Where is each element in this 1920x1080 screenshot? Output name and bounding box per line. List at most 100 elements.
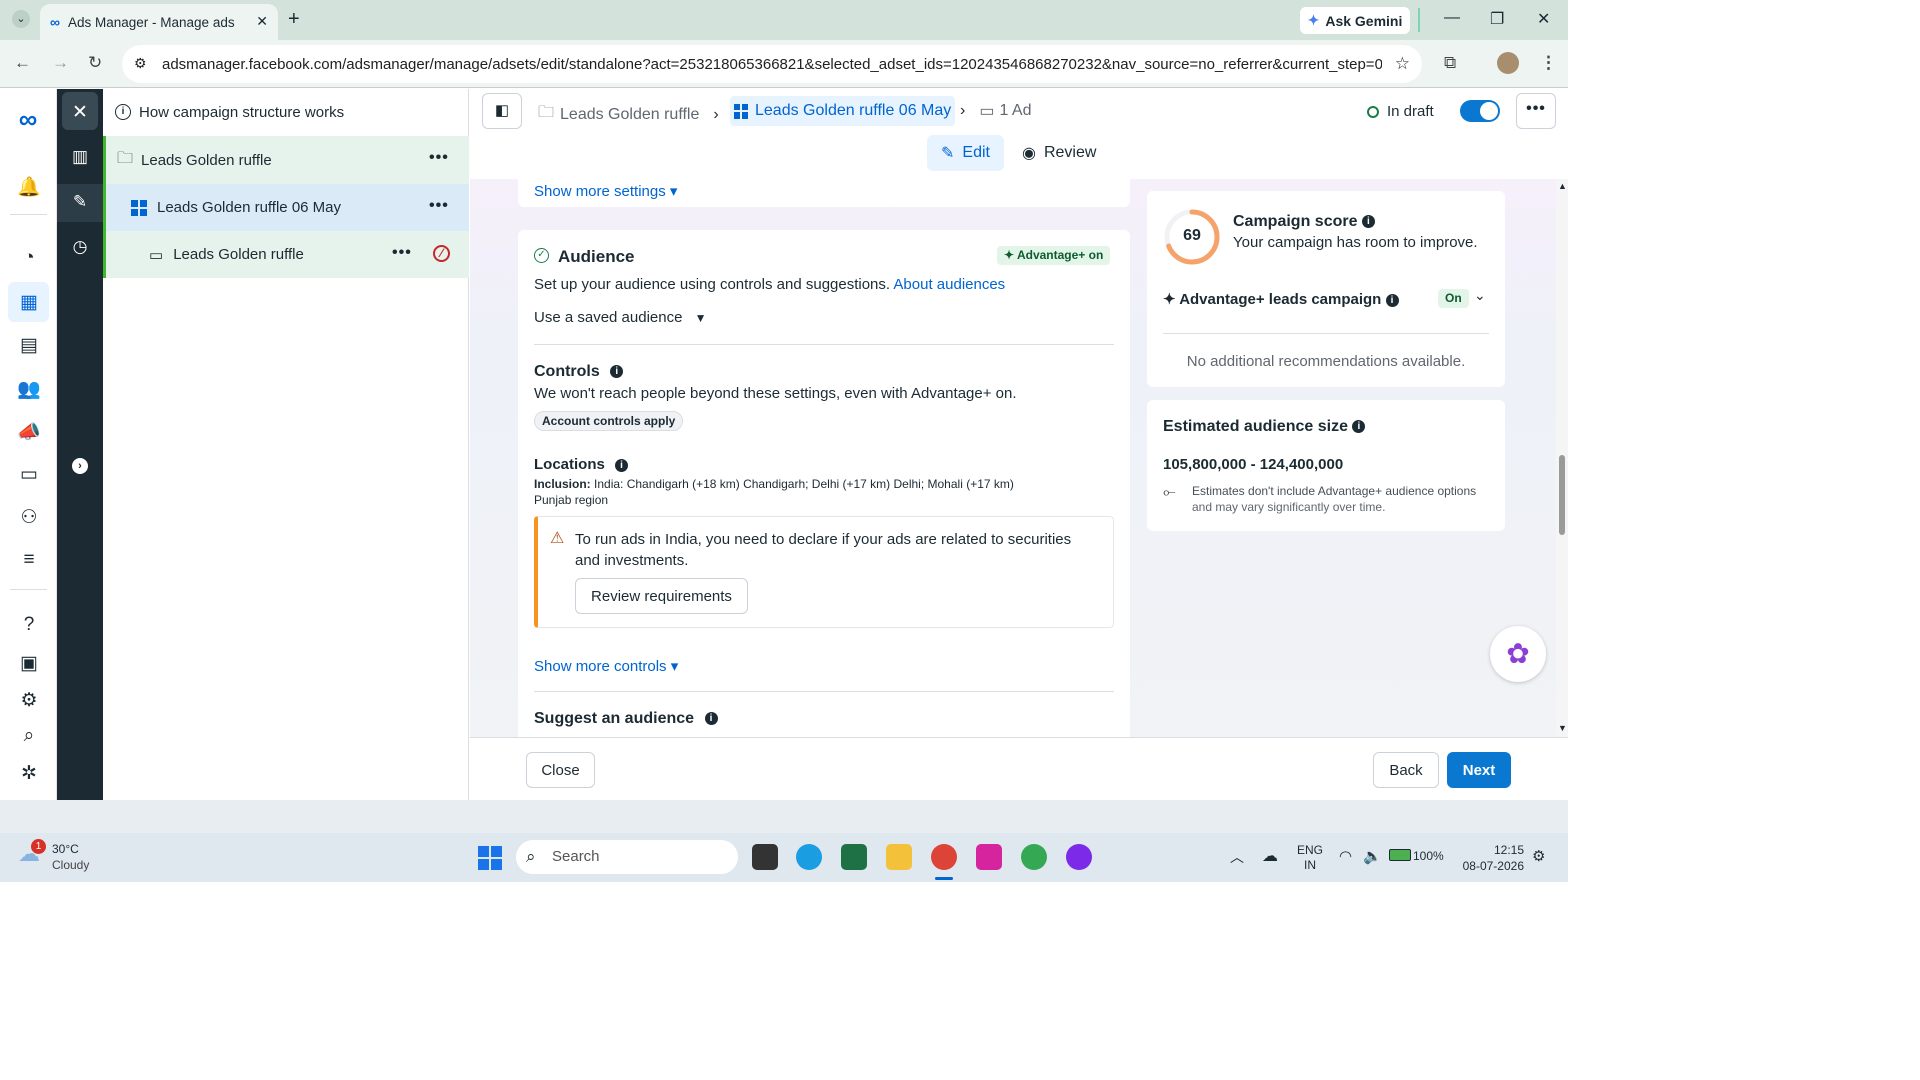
- toggle-panel-icon[interactable]: ◧: [482, 93, 522, 129]
- language-indicator[interactable]: ENG IN: [1297, 843, 1323, 873]
- news-icon[interactable]: ▣: [17, 652, 41, 676]
- documents-icon[interactable]: ▤: [17, 334, 41, 358]
- no-recommendations-text: No additional recommendations available.: [1186, 353, 1466, 370]
- tree-item-ad[interactable]: ▭ Leads Golden ruffle ••• ⁄: [103, 231, 469, 278]
- taskbar-search[interactable]: ⌕ Search: [516, 840, 738, 874]
- excel-icon[interactable]: [841, 844, 867, 870]
- close-tab-icon[interactable]: ✕: [256, 13, 268, 30]
- edit-mode-button[interactable]: ✎ Edit: [927, 135, 1004, 171]
- reload-icon[interactable]: ↻: [88, 53, 102, 73]
- ad-more-icon[interactable]: •••: [392, 244, 412, 262]
- close-window-icon[interactable]: ✕: [1537, 9, 1550, 29]
- site-info-icon[interactable]: ⚙: [134, 55, 147, 72]
- breadcrumb-campaign[interactable]: Leads Golden ruffle: [560, 106, 699, 124]
- browser-menu-icon[interactable]: ⋮: [1540, 53, 1557, 73]
- battery-icon[interactable]: [1389, 849, 1411, 861]
- history-clock-icon[interactable]: ◷: [68, 237, 92, 261]
- warning-text: To run ads in India, you need to declare…: [575, 531, 1072, 569]
- review-requirements-button[interactable]: Review requirements: [575, 578, 748, 614]
- browser-tab[interactable]: ∞ Ads Manager - Manage ads - A ✕: [40, 4, 278, 40]
- tree-item-campaign[interactable]: 🗀 Leads Golden ruffle •••: [103, 136, 469, 184]
- url-field[interactable]: ⚙ adsmanager.facebook.com/adsmanager/man…: [122, 45, 1422, 83]
- dashboard-gauge-icon[interactable]: ◔: [17, 247, 41, 271]
- chrome-icon[interactable]: [931, 844, 957, 870]
- scrollbar-thumb[interactable]: [1559, 455, 1565, 535]
- ads-manager-table-icon[interactable]: ▦: [17, 291, 41, 315]
- new-tab-icon[interactable]: +: [288, 8, 300, 31]
- audience-desc: Set up your audience using controls and …: [534, 276, 1006, 293]
- divider: [1163, 333, 1489, 334]
- instagram-icon[interactable]: [976, 844, 1002, 870]
- canva-icon[interactable]: [1066, 844, 1092, 870]
- eye-icon: ◉: [1022, 145, 1036, 162]
- more-options-button[interactable]: •••: [1516, 93, 1556, 129]
- task-view-icon[interactable]: [752, 844, 778, 870]
- campaign-structure-help[interactable]: i How campaign structure works: [103, 89, 469, 135]
- close-button[interactable]: Close: [526, 752, 595, 788]
- notifications-bell-icon[interactable]: 🔔: [17, 175, 41, 199]
- close-panel-icon[interactable]: ✕: [68, 101, 92, 125]
- file-explorer-icon[interactable]: [886, 844, 912, 870]
- scroll-up-icon[interactable]: ▲: [1558, 181, 1567, 191]
- clock[interactable]: 12:15 08-07-2026: [1458, 842, 1524, 874]
- settings-gear-icon[interactable]: ⚙: [17, 689, 41, 713]
- saved-audience-dropdown[interactable]: Use a saved audience ▼: [534, 309, 707, 326]
- audiences-people-icon[interactable]: 👥: [17, 377, 41, 401]
- info-icon[interactable]: i: [610, 365, 624, 379]
- about-audiences-link[interactable]: About audiences: [893, 276, 1005, 293]
- scrollbar[interactable]: ▲ ▼: [1556, 179, 1568, 737]
- info-icon[interactable]: i: [615, 458, 629, 472]
- bookmark-star-icon[interactable]: ☆: [1395, 54, 1410, 74]
- back-button[interactable]: Back: [1373, 752, 1439, 788]
- show-hidden-icons-icon[interactable]: ︿: [1230, 847, 1244, 867]
- campaign-more-icon[interactable]: •••: [429, 149, 449, 167]
- onedrive-cloud-icon[interactable]: ☁: [1262, 846, 1278, 866]
- maximize-icon[interactable]: ❐: [1490, 9, 1504, 29]
- info-icon[interactable]: i: [1352, 420, 1366, 434]
- all-tools-menu-icon[interactable]: ≡: [17, 549, 41, 573]
- help-icon[interactable]: ?: [17, 614, 41, 638]
- search-icon[interactable]: ⌕: [17, 725, 41, 749]
- show-more-controls-link[interactable]: Show more controls ▾: [534, 657, 678, 675]
- profile-avatar[interactable]: [1497, 52, 1519, 74]
- wifi-icon[interactable]: ◠: [1339, 847, 1352, 865]
- next-button[interactable]: Next: [1447, 752, 1511, 788]
- breadcrumb-ad[interactable]: › ▭ 1 Ad: [960, 101, 1031, 121]
- scroll-down-icon[interactable]: ▼: [1558, 723, 1567, 733]
- url-text: adsmanager.facebook.com/adsmanager/manag…: [162, 55, 1382, 73]
- meta-logo-icon[interactable]: ∞: [13, 106, 43, 133]
- weather-badge: 1: [31, 839, 46, 854]
- ai-assistant-flower-icon[interactable]: ✿: [1490, 626, 1546, 682]
- windows-start-icon[interactable]: [478, 846, 502, 870]
- notifications-icon[interactable]: ⚙: [1532, 847, 1545, 865]
- expand-chevron-icon[interactable]: ›: [72, 458, 88, 474]
- extensions-icon[interactable]: ⧉: [1444, 53, 1456, 73]
- edge-browser-icon[interactable]: [796, 844, 822, 870]
- show-more-settings-link[interactable]: Show more settings ▾: [534, 182, 677, 200]
- tree-item-adset[interactable]: Leads Golden ruffle 06 May •••: [103, 184, 469, 231]
- edit-pencil-icon[interactable]: ✎: [68, 192, 92, 216]
- info-icon[interactable]: i: [704, 712, 718, 726]
- adset-more-icon[interactable]: •••: [429, 197, 449, 215]
- minimize-icon[interactable]: —: [1444, 9, 1460, 27]
- info-icon[interactable]: i: [1385, 293, 1399, 307]
- chevron-down-icon[interactable]: ⌄: [1474, 287, 1486, 304]
- campaign-megaphone-icon[interactable]: 📣: [17, 420, 41, 444]
- back-icon[interactable]: ←: [14, 53, 31, 73]
- breadcrumb-adset[interactable]: Leads Golden ruffle 06 May: [730, 96, 956, 126]
- status-toggle[interactable]: [1460, 100, 1500, 122]
- tab-list-icon[interactable]: ⌄: [12, 10, 30, 28]
- chrome-profile-icon[interactable]: [1021, 844, 1047, 870]
- bug-report-icon[interactable]: ✲: [17, 762, 41, 786]
- forward-icon[interactable]: →: [52, 53, 69, 73]
- business-network-icon[interactable]: ⚇: [17, 506, 41, 530]
- info-icon[interactable]: i: [1361, 215, 1375, 229]
- performance-chart-icon[interactable]: ▥: [68, 147, 92, 171]
- ad-error-icon[interactable]: ⁄: [433, 245, 450, 262]
- weather-widget[interactable]: 30°C Cloudy: [52, 841, 89, 873]
- billing-card-icon[interactable]: ▭: [17, 463, 41, 487]
- volume-icon[interactable]: 🔈: [1363, 847, 1382, 865]
- locations-inclusion[interactable]: Inclusion: India: Chandigarh (+18 km) Ch…: [534, 476, 1114, 508]
- ask-gemini-button[interactable]: ✦ Ask Gemini: [1300, 7, 1410, 34]
- review-mode-button[interactable]: ◉ Review: [1022, 135, 1096, 171]
